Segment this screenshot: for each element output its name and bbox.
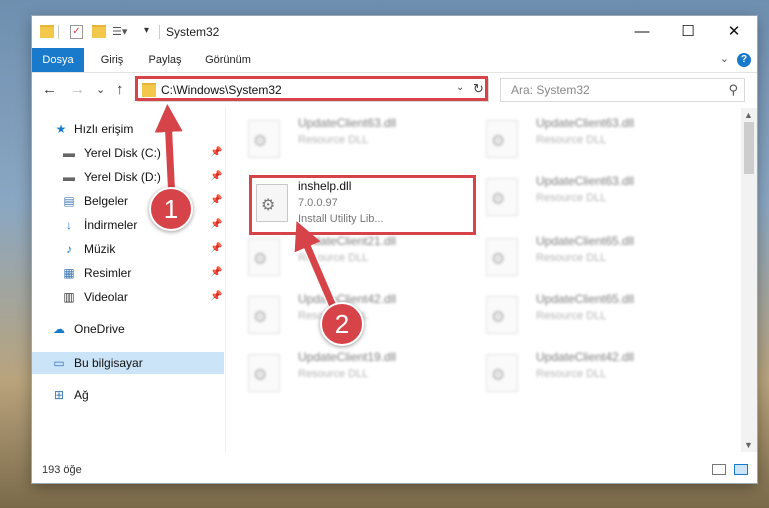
step-1-badge: 1	[149, 187, 193, 231]
annotation-arrows	[154, 104, 343, 320]
step-2-badge: 2	[320, 302, 364, 346]
